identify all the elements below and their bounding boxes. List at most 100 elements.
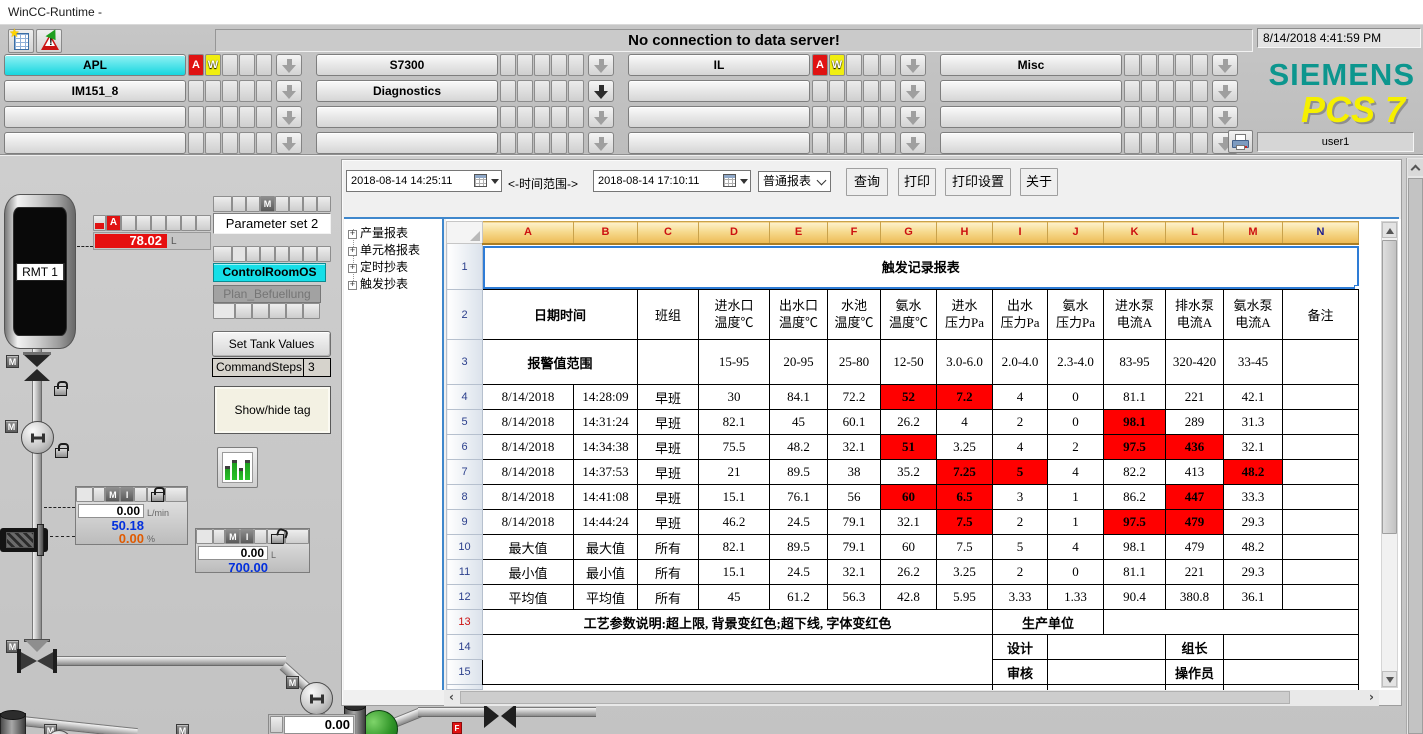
- cell-value[interactable]: 33.3: [1224, 485, 1283, 510]
- row-header-3[interactable]: 3: [447, 340, 483, 385]
- cell-value[interactable]: 97.5: [1104, 510, 1166, 535]
- cell-value[interactable]: 82.1: [699, 535, 770, 560]
- cell-value[interactable]: 32.1: [828, 560, 881, 585]
- row-header-5[interactable]: 5: [447, 410, 483, 435]
- cell-value[interactable]: 4: [1048, 535, 1104, 560]
- cell-value[interactable]: 79.1: [828, 535, 881, 560]
- print-button[interactable]: [1228, 130, 1253, 153]
- cell-value[interactable]: 60: [881, 535, 937, 560]
- cell-value[interactable]: 7.2: [937, 385, 993, 410]
- header-measurement[interactable]: 水池 温度℃: [828, 290, 881, 340]
- cell-value[interactable]: 48.2: [1224, 460, 1283, 485]
- sheet-vertical-scrollbar[interactable]: [1381, 221, 1398, 688]
- sign-label[interactable]: 设计: [993, 635, 1048, 660]
- cell-value[interactable]: 79.1: [828, 510, 881, 535]
- cell-stat-label[interactable]: 最大值: [483, 535, 574, 560]
- cell-value[interactable]: 35.2: [881, 460, 937, 485]
- nav-button-misc[interactable]: Misc: [940, 54, 1122, 76]
- nav-expand-arrow-icon[interactable]: [900, 80, 926, 102]
- set-tank-values-button[interactable]: Set Tank Values: [212, 331, 331, 357]
- cell-value[interactable]: 31.3: [1224, 410, 1283, 435]
- column-header-H[interactable]: H: [937, 222, 993, 244]
- cell-value[interactable]: 0: [1048, 410, 1104, 435]
- tree-expand-icon[interactable]: +: [348, 281, 357, 290]
- cell-value[interactable]: 29.3: [1224, 510, 1283, 535]
- cell-value[interactable]: 82.2: [1104, 460, 1166, 485]
- cell-time[interactable]: 14:41:08: [574, 485, 638, 510]
- nav-expand-arrow-icon[interactable]: [276, 132, 302, 154]
- nav-button-empty[interactable]: [4, 106, 186, 128]
- cell-value[interactable]: 46.2: [699, 510, 770, 535]
- report-type-select[interactable]: 普通报表: [758, 171, 831, 192]
- query-button[interactable]: 查询: [846, 168, 888, 196]
- column-header-A[interactable]: A: [483, 222, 574, 244]
- sheet-cell[interactable]: [1283, 560, 1359, 585]
- cell-value[interactable]: 4: [1048, 460, 1104, 485]
- alarm-range-value[interactable]: 320-420: [1166, 340, 1224, 385]
- plan-befuellung-button[interactable]: Plan_Befuellung: [213, 285, 321, 303]
- nav-expand-arrow-icon[interactable]: [1212, 106, 1238, 128]
- pump-icon[interactable]: [21, 421, 54, 454]
- cell-value[interactable]: 479: [1166, 510, 1224, 535]
- scroll-left-icon[interactable]: ‹: [444, 690, 459, 706]
- sign-label[interactable]: 组长: [1166, 635, 1224, 660]
- header-measurement[interactable]: 氨水 压力Pa: [1048, 290, 1104, 340]
- cell-value[interactable]: 30: [699, 385, 770, 410]
- column-header-G[interactable]: G: [881, 222, 937, 244]
- cell-value[interactable]: 3: [993, 485, 1048, 510]
- cell-value[interactable]: 42.8: [881, 585, 937, 610]
- sheet-cell[interactable]: [1104, 610, 1359, 635]
- cell-stat-label[interactable]: 最小值: [574, 560, 638, 585]
- cell-value[interactable]: 98.1: [1104, 535, 1166, 560]
- cell-shift[interactable]: 所有: [638, 560, 699, 585]
- cell-value[interactable]: 26.2: [881, 410, 937, 435]
- trend-chart-button[interactable]: [217, 447, 258, 488]
- sheet-cell[interactable]: [1283, 485, 1359, 510]
- main-vertical-scrollbar[interactable]: [1406, 158, 1423, 734]
- nav-expand-arrow-icon[interactable]: [1212, 80, 1238, 102]
- cell-value[interactable]: 6.5: [937, 485, 993, 510]
- cell-stat-label[interactable]: 最小值: [483, 560, 574, 585]
- cell-value[interactable]: 75.5: [699, 435, 770, 460]
- nav-expand-arrow-icon[interactable]: [276, 106, 302, 128]
- column-header-E[interactable]: E: [770, 222, 828, 244]
- sheet-cell[interactable]: [1283, 510, 1359, 535]
- cell-value[interactable]: 5: [993, 460, 1048, 485]
- cell-value[interactable]: 32.1: [828, 435, 881, 460]
- cell-value[interactable]: 15.1: [699, 560, 770, 585]
- column-header-C[interactable]: C: [638, 222, 699, 244]
- cell-date[interactable]: 8/14/2018: [483, 385, 574, 410]
- nav-button-empty[interactable]: [4, 132, 186, 154]
- cell-value[interactable]: 86.2: [1104, 485, 1166, 510]
- header-measurement[interactable]: 出水 压力Pa: [993, 290, 1048, 340]
- alarm-range-value[interactable]: 15-95: [699, 340, 770, 385]
- cell-date[interactable]: 8/14/2018: [483, 410, 574, 435]
- sheet-cell[interactable]: [1283, 585, 1359, 610]
- column-header-K[interactable]: K: [1104, 222, 1166, 244]
- cell-shift[interactable]: 所有: [638, 535, 699, 560]
- nav-expand-arrow-icon[interactable]: [1212, 54, 1238, 76]
- column-header-N[interactable]: N: [1283, 222, 1359, 244]
- command-steps-value[interactable]: 3: [304, 358, 331, 377]
- cell-value[interactable]: 4: [993, 385, 1048, 410]
- sheet-cell[interactable]: [1283, 385, 1359, 410]
- cell-value[interactable]: 32.1: [881, 510, 937, 535]
- nav-expand-arrow-icon[interactable]: [900, 132, 926, 154]
- cell-value[interactable]: 60: [881, 485, 937, 510]
- cell-value[interactable]: 436: [1166, 435, 1224, 460]
- tree-expand-icon[interactable]: +: [348, 230, 357, 239]
- cell-value[interactable]: 89.5: [770, 460, 828, 485]
- nav-expand-arrow-icon[interactable]: [588, 132, 614, 154]
- cell-shift[interactable]: 早班: [638, 385, 699, 410]
- cell-value[interactable]: 1.33: [1048, 585, 1104, 610]
- cell-value[interactable]: 61.2: [770, 585, 828, 610]
- column-header-D[interactable]: D: [699, 222, 770, 244]
- flow-transmitter-icon[interactable]: [0, 528, 48, 552]
- cell-date[interactable]: 8/14/2018: [483, 510, 574, 535]
- parameter-set-field[interactable]: Parameter set 2: [213, 213, 331, 234]
- cell-stat-label[interactable]: 平均值: [483, 585, 574, 610]
- row-header-11[interactable]: 11: [447, 560, 483, 585]
- cell-value[interactable]: 51: [881, 435, 937, 460]
- cell-time[interactable]: 14:28:09: [574, 385, 638, 410]
- header-measurement[interactable]: 出水口 温度℃: [770, 290, 828, 340]
